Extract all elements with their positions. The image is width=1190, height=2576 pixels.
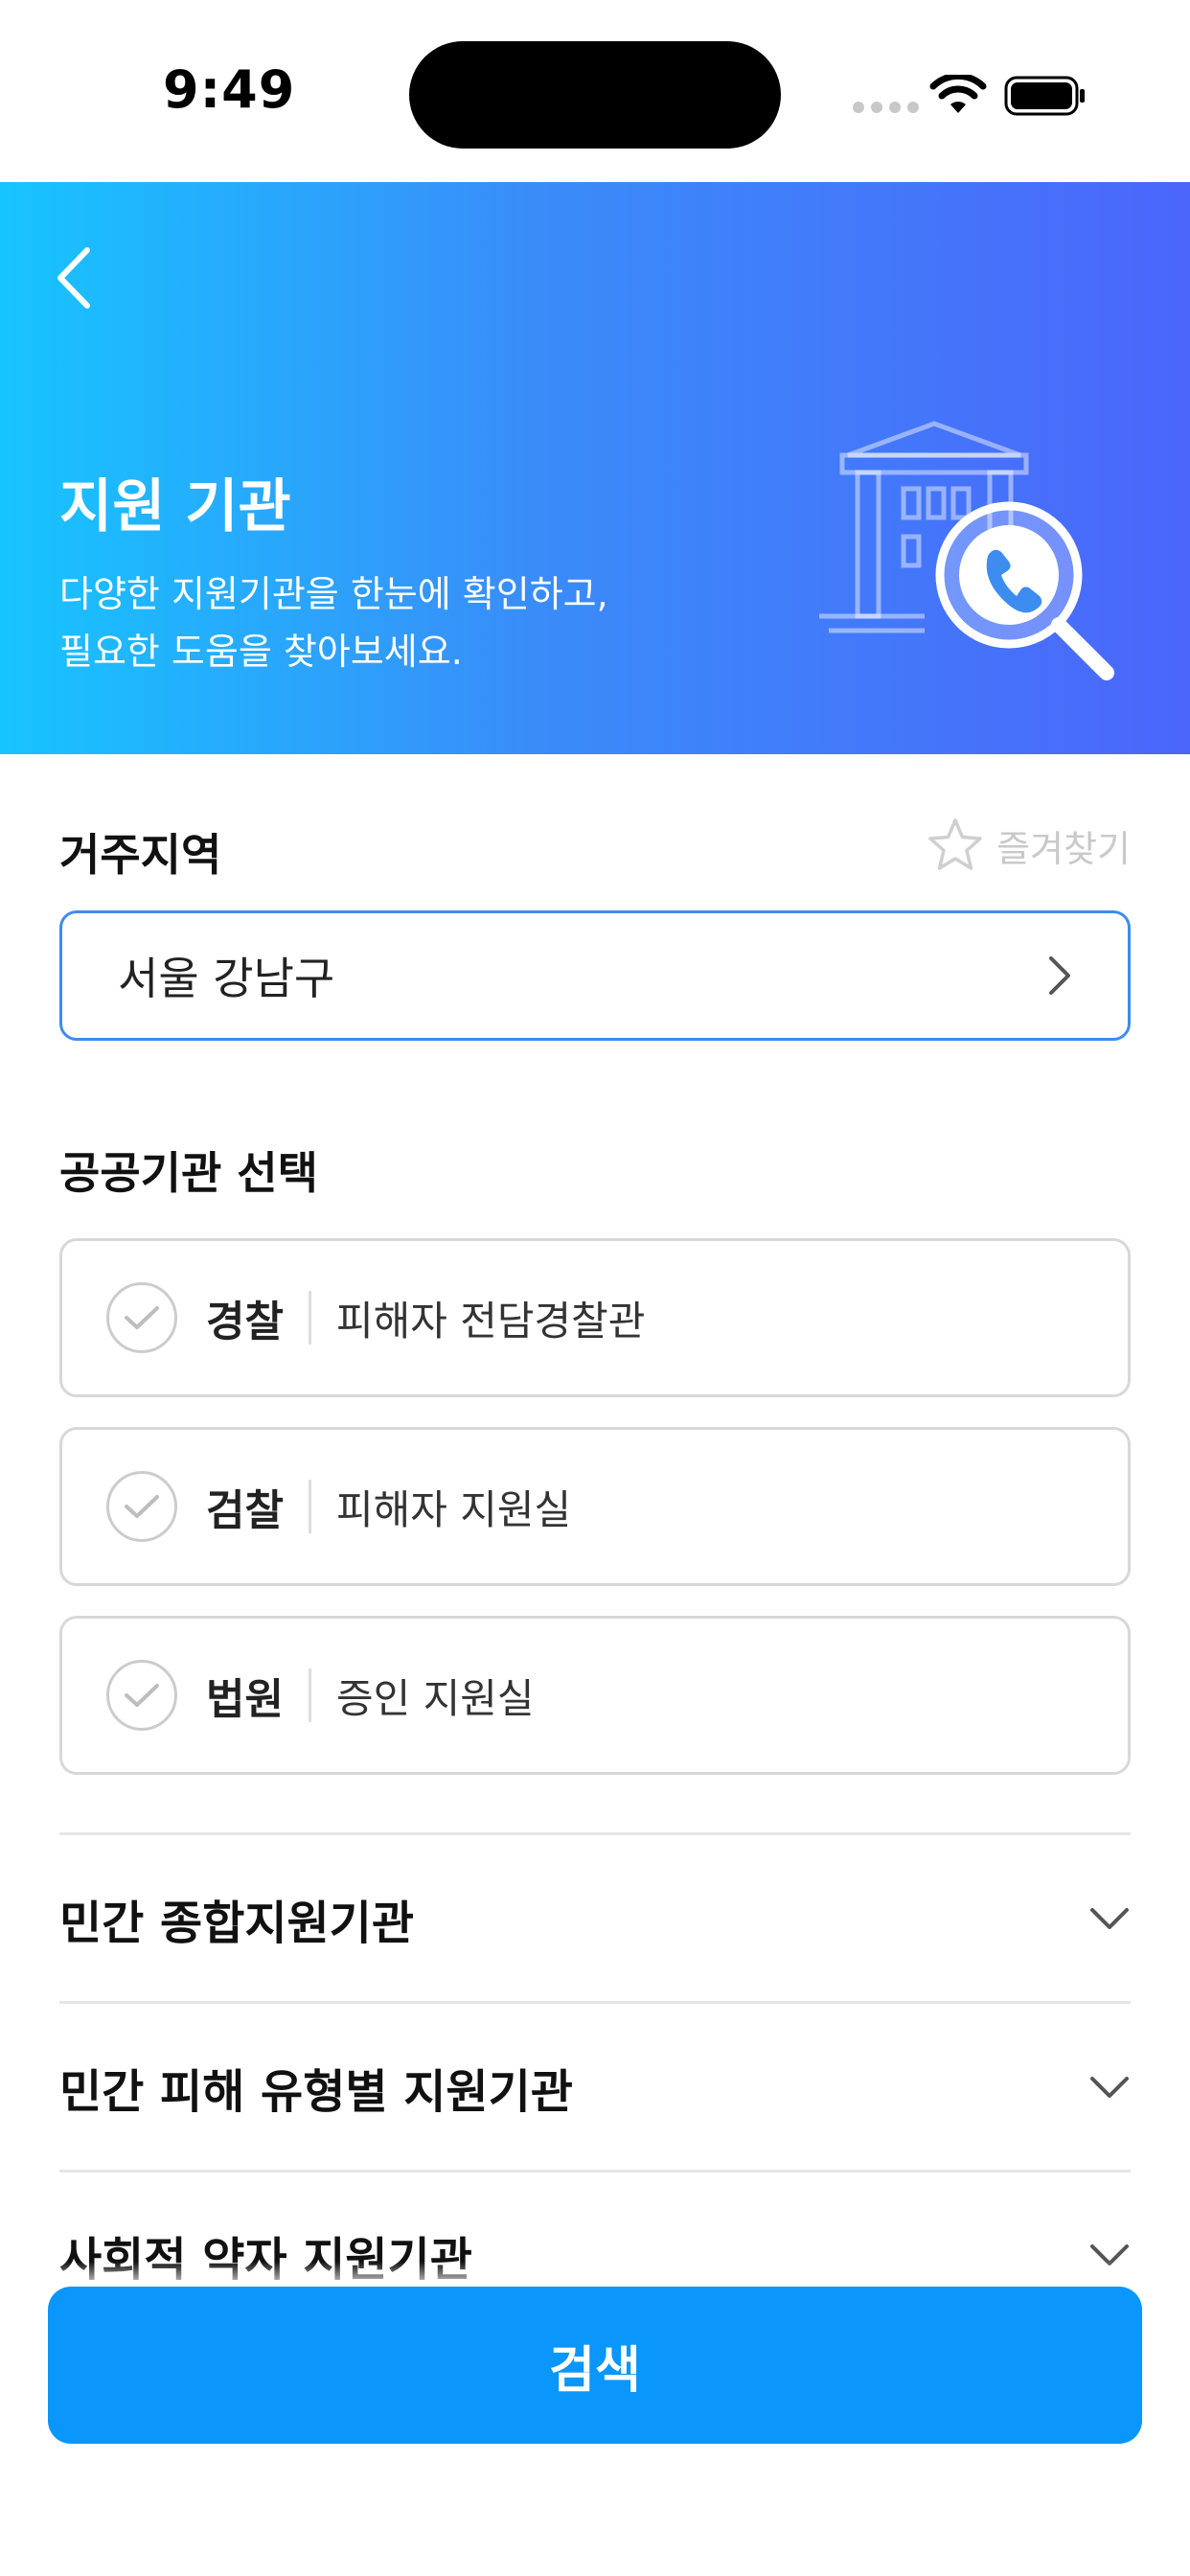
chevron-right-icon — [1049, 956, 1070, 995]
dynamic-island — [409, 41, 781, 149]
agency-desc: 피해자 전담경찰관 — [335, 1297, 646, 1345]
chevron-left-icon — [57, 247, 90, 309]
page-description: 다양한 지원기관을 한눈에 확인하고, 필요한 도움을 찾아보세요. — [59, 565, 608, 680]
star-outline-icon — [928, 818, 982, 870]
divider — [308, 1668, 311, 1722]
accordion-private-by-type[interactable]: 민간 피해 유형별 지원기관 — [59, 2005, 1131, 2170]
divider — [59, 1832, 1131, 1835]
agency-desc: 증인 지원실 — [335, 1674, 535, 1722]
cellular-signal-icon — [853, 102, 919, 113]
support-agencies-screen: 9:49 지원 기관 다양한 지원기관을 한눈에 확인하고, 필요한 도움을 찾… — [0, 0, 1190, 2576]
agency-name: 검찰 — [206, 1486, 284, 1535]
chevron-down-icon — [1090, 1908, 1129, 1929]
status-bar: 9:49 — [0, 0, 1190, 182]
check-circle-icon — [106, 1471, 177, 1542]
accordion-label: 민간 종합지원기관 — [59, 1897, 414, 1950]
check-circle-icon — [106, 1282, 177, 1353]
accordion-private-general[interactable]: 민간 종합지원기관 — [59, 1836, 1131, 2001]
building-search-phone-icon — [819, 421, 1114, 680]
chevron-down-icon — [1090, 2077, 1129, 2098]
back-button[interactable] — [42, 240, 105, 316]
agency-option-police[interactable]: 경찰 피해자 전담경찰관 — [59, 1238, 1131, 1397]
header-banner: 지원 기관 다양한 지원기관을 한눈에 확인하고, 필요한 도움을 찾아보세요. — [0, 182, 1190, 754]
agency-name: 경찰 — [206, 1298, 284, 1346]
agency-option-prosecution[interactable]: 검찰 피해자 지원실 — [59, 1427, 1131, 1586]
battery-icon — [1004, 76, 1085, 116]
agency-desc: 피해자 지원실 — [335, 1485, 572, 1533]
agency-name: 법원 — [206, 1675, 284, 1724]
region-select-value: 서울 강남구 — [118, 953, 335, 1004]
divider — [308, 1291, 311, 1345]
residence-label: 거주지역 — [59, 829, 222, 881]
accordion-label: 민간 피해 유형별 지원기관 — [59, 2065, 573, 2119]
status-time: 9:49 — [163, 59, 296, 120]
wifi-icon — [929, 75, 987, 113]
divider — [308, 1480, 311, 1533]
favorites-label: 즐겨찾기 — [996, 827, 1131, 870]
search-button[interactable]: 검색 — [48, 2287, 1142, 2444]
public-agency-label: 공공기관 선택 — [59, 1147, 318, 1199]
region-select[interactable]: 서울 강남구 — [59, 910, 1131, 1041]
favorites-button[interactable]: 즐겨찾기 — [926, 816, 1131, 874]
divider — [59, 2001, 1131, 2004]
page-title: 지원 기관 — [59, 473, 291, 540]
page-description-line: 다양한 지원기관을 한눈에 확인하고, — [59, 573, 608, 615]
agency-option-court[interactable]: 법원 증인 지원실 — [59, 1616, 1131, 1775]
check-circle-icon — [106, 1660, 177, 1731]
divider — [59, 2170, 1131, 2173]
page-description-line: 필요한 도움을 찾아보세요. — [59, 631, 463, 673]
